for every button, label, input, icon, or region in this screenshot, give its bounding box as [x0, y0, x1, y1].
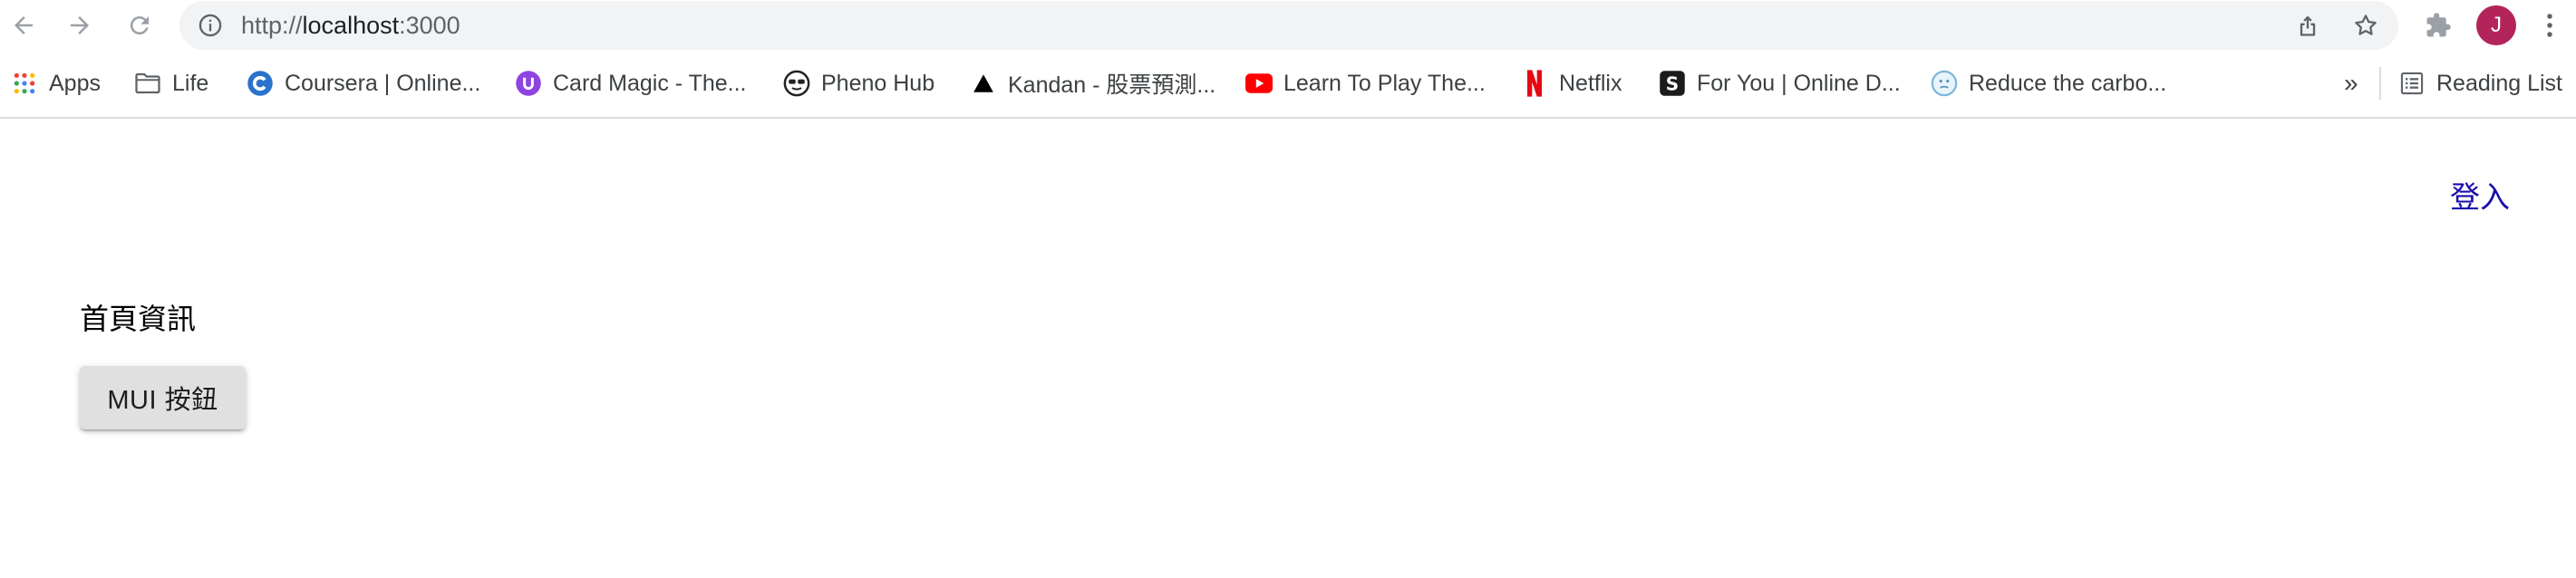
triangle-icon: [970, 70, 997, 97]
bookmark-youtube[interactable]: Learn To Play The...: [1245, 69, 1486, 98]
skillshare-icon: S: [1659, 70, 1686, 97]
site-info-icon[interactable]: [198, 13, 223, 38]
netflix-icon: [1521, 70, 1548, 97]
bookmark-kandan[interactable]: Kandan - 股票預測...: [970, 69, 1215, 98]
extensions-button[interactable]: [2422, 9, 2455, 42]
bookmark-label: Netflix: [1559, 70, 1622, 96]
reading-list-button[interactable]: Reading List: [2398, 69, 2562, 98]
avatar-initial: J: [2491, 13, 2502, 37]
browser-menu-button[interactable]: [2536, 9, 2563, 42]
bookmark-pheno-hub[interactable]: Pheno Hub: [783, 69, 935, 98]
url-scheme: http://: [241, 12, 303, 39]
url-port: :3000: [399, 12, 460, 39]
coursera-icon: [247, 70, 274, 97]
reading-list-icon: [2398, 70, 2426, 97]
apps-grid-icon: [11, 70, 38, 97]
arrow-left-icon: [15, 16, 33, 34]
page-title: 首頁資訊: [80, 303, 197, 335]
earth-face-icon: [1931, 70, 1958, 97]
bookmark-netflix[interactable]: Netflix: [1521, 69, 1622, 98]
sunglasses-face-icon: [783, 70, 810, 97]
mui-button[interactable]: MUI 按鈕: [80, 366, 246, 429]
bookmark-label: Learn To Play The...: [1283, 70, 1486, 96]
url-text[interactable]: http://localhost:3000: [241, 13, 460, 38]
bookmark-apps[interactable]: Apps: [11, 69, 101, 98]
double-chevron-right-icon: »: [2344, 69, 2358, 97]
browser-toolbar: http://localhost:3000 J: [0, 0, 2576, 51]
svg-text:S: S: [1666, 73, 1679, 95]
bookmarks-divider: [2379, 67, 2381, 100]
bookmark-label: Kandan - 股票預測...: [1008, 72, 1216, 98]
share-icon[interactable]: [2293, 11, 2322, 40]
bookmark-coursera[interactable]: Coursera | Online...: [247, 69, 480, 98]
bookmark-star-icon[interactable]: [2351, 11, 2380, 40]
address-bar[interactable]: http://localhost:3000: [179, 1, 2398, 50]
bookmark-reduce-carbon[interactable]: Reduce the carbo...: [1931, 69, 2166, 98]
arrow-right-icon: [71, 16, 89, 34]
bookmark-life[interactable]: Life: [134, 69, 208, 98]
bookmark-label: Life: [172, 70, 209, 96]
profile-avatar[interactable]: J: [2476, 5, 2516, 45]
back-button[interactable]: [4, 5, 44, 45]
bookmark-label: Pheno Hub: [821, 70, 935, 96]
url-host: localhost: [302, 12, 400, 39]
card-magic-icon: [515, 70, 542, 97]
forward-button[interactable]: [60, 5, 100, 45]
bookmark-label: Reduce the carbo...: [1969, 70, 2167, 96]
youtube-icon: [1245, 70, 1273, 97]
reload-icon: [130, 16, 149, 35]
login-link[interactable]: 登入: [2450, 173, 2510, 217]
page-content: 登入 首頁資訊 MUI 按鈕: [0, 119, 2576, 576]
more-vertical-icon: [2547, 14, 2552, 37]
bookmark-label: Coursera | Online...: [285, 70, 481, 96]
bookmark-label: Apps: [49, 70, 101, 96]
bookmark-label: Card Magic - The...: [553, 70, 747, 96]
reload-button[interactable]: [120, 5, 160, 45]
reading-list-label: Reading List: [2436, 70, 2562, 96]
bookmark-card-magic[interactable]: Card Magic - The...: [515, 69, 747, 98]
bookmarks-overflow-button[interactable]: »: [2344, 69, 2358, 98]
bookmarks-bar: Apps Life Coursera | Online... Card Magi…: [0, 51, 2576, 119]
puzzle-icon: [2426, 13, 2451, 37]
bookmark-label: For You | Online D...: [1697, 70, 1901, 96]
folder-icon: [134, 70, 161, 97]
bookmark-for-you[interactable]: S For You | Online D...: [1659, 69, 1901, 98]
